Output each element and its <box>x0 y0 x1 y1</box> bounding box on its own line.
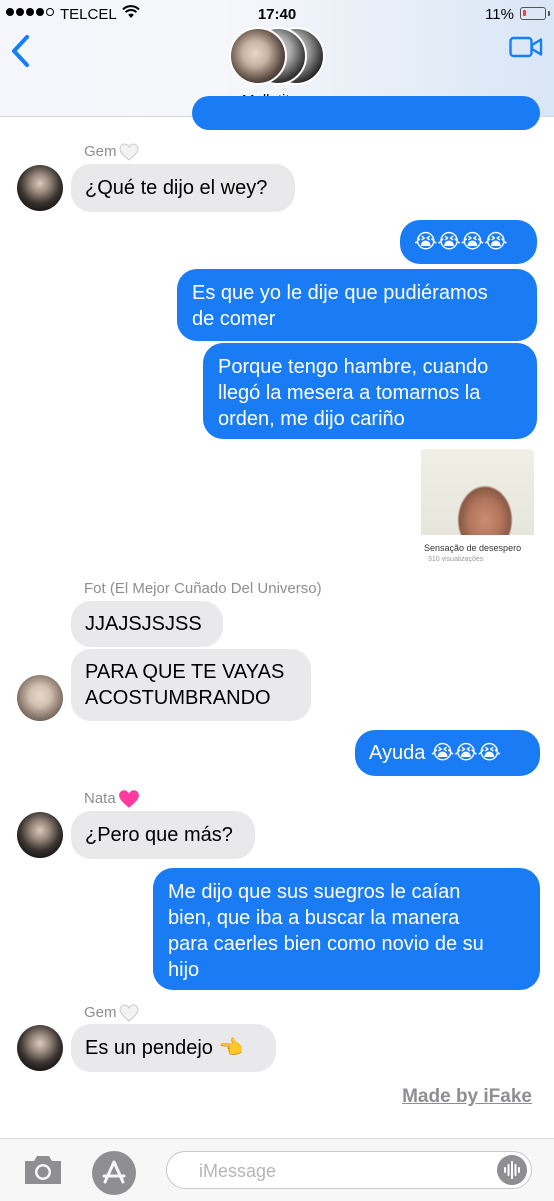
message-line: Porque tengo hambre, cuando <box>218 356 489 378</box>
avatar[interactable] <box>17 165 63 211</box>
audio-waveform-icon[interactable] <box>497 1155 527 1185</box>
back-chevron-icon[interactable] <box>10 34 32 68</box>
message-bubble[interactable]: ¿Pero que más? <box>71 811 255 859</box>
message-line: orden, me dijo cariño <box>218 408 405 430</box>
message-line: PARA QUE TE VAYAS <box>85 661 285 683</box>
status-bar: TELCEL 17:40 11% <box>0 0 554 30</box>
message-bubble[interactable]: 😭😭😭😭 <box>400 220 537 264</box>
sender-name: Gem <box>84 1004 139 1022</box>
avatar[interactable] <box>17 675 63 721</box>
message-line: bien, que iba a buscar la manera <box>168 907 460 929</box>
group-member-avatar <box>229 27 287 85</box>
shared-video-attachment[interactable]: Sensação de desespero 310 visualizações <box>418 449 536 565</box>
pink-heart-icon <box>118 790 139 808</box>
white-heart-icon <box>119 143 139 161</box>
attachment-views: 310 visualizações <box>428 556 484 563</box>
message-bubble[interactable]: Es un pendejo 👈 <box>71 1024 276 1072</box>
composer-bar: iMessage <box>0 1138 554 1201</box>
message-bubble[interactable]: Porque tengo hambre, cuando llegó la mes… <box>203 343 537 439</box>
message-line: Me dijo que sus suegros le caían <box>168 881 461 903</box>
clock: 17:40 <box>257 6 297 23</box>
message-line: para caerles bien como novio de su <box>168 933 484 955</box>
message-bubble[interactable]: ¿Qué te dijo el wey? <box>71 164 295 212</box>
battery-percentage: 11% <box>485 6 514 23</box>
app-store-icon[interactable] <box>92 1151 136 1195</box>
message-input-placeholder: iMessage <box>199 1161 277 1181</box>
avatar[interactable] <box>17 812 63 858</box>
battery-icon <box>520 7 550 20</box>
sender-name: Gem <box>84 143 139 161</box>
group-avatars[interactable] <box>229 27 325 87</box>
video-thumbnail <box>421 449 534 535</box>
message-bubble[interactable]: Me dijo que sus suegros le caían bien, q… <box>153 868 540 990</box>
sender-name: Nata <box>84 789 140 809</box>
message-line: de comer <box>192 308 276 330</box>
message-bubble-partial <box>192 96 540 130</box>
message-line: llegó la mesera a tomarnos la <box>218 382 481 404</box>
sender-name: Fot (El Mejor Cuñado Del Universo) <box>84 580 322 597</box>
message-line: Es que yo le dije que pudiéramos <box>192 282 488 304</box>
message-bubble[interactable]: PARA QUE TE VAYAS ACOSTUMBRANDO <box>71 649 311 721</box>
watermark: Made by iFake <box>402 1086 532 1107</box>
message-line: hijo <box>168 959 200 981</box>
message-bubble[interactable]: JJAJSJSJSS <box>71 601 223 647</box>
avatar[interactable] <box>17 1025 63 1071</box>
white-heart-icon <box>119 1004 139 1022</box>
message-bubble[interactable]: Es que yo le dije que pudiéramos de come… <box>177 269 537 341</box>
video-camera-icon[interactable] <box>509 36 543 58</box>
message-line: ACOSTUMBRANDO <box>85 687 271 709</box>
message-bubble[interactable]: Ayuda 😭😭😭 <box>355 730 540 776</box>
attachment-title: Sensação de desespero <box>424 543 522 553</box>
message-input[interactable]: iMessage <box>166 1151 532 1189</box>
camera-icon[interactable] <box>22 1153 64 1187</box>
